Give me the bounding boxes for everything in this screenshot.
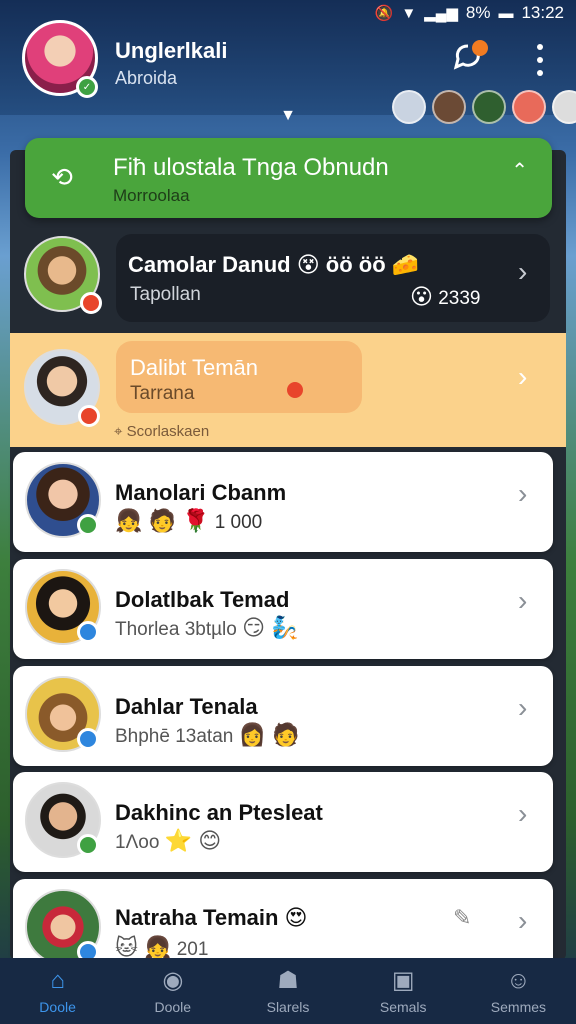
chevron-right-icon[interactable]: ›	[518, 478, 527, 510]
status-badge	[78, 405, 100, 427]
mini-avatar[interactable]	[472, 90, 506, 124]
sub-text: Bhphē 13atan	[115, 726, 234, 747]
contact-name: Dakhinc an Ptesleat	[115, 800, 323, 825]
mini-avatar[interactable]	[512, 90, 546, 124]
location-pin-icon: ⌖	[114, 423, 123, 440]
card-icon: ▣	[391, 966, 415, 994]
online-badge	[77, 834, 99, 856]
signal-icon: ▂▄▆	[424, 5, 458, 22]
chevron-up-icon[interactable]: ⌃	[511, 158, 528, 183]
tab-label: Doole	[154, 998, 192, 1015]
row-subtitle: Thorlea 3btµlo 😏 🧞	[115, 615, 299, 641]
mute-icon: 🔕	[374, 5, 394, 22]
tab-home[interactable]: ⌂ Doole	[0, 958, 115, 1024]
row-subtitle: 👧 🧑 🌹 1 000	[115, 508, 262, 534]
contact-name: Dalibt Temān	[130, 355, 258, 380]
chevron-right-icon[interactable]: ›	[518, 692, 527, 724]
notification-icon[interactable]	[448, 40, 488, 80]
tab-contacts[interactable]: ☗ Slarels	[230, 958, 345, 1024]
row-highlight	[116, 234, 550, 322]
more-menu-icon[interactable]	[530, 40, 550, 80]
chevron-right-icon[interactable]: ›	[518, 585, 527, 617]
tab-cards[interactable]: ▣ Semals	[346, 958, 461, 1024]
chevron-right-icon[interactable]: ›	[518, 256, 527, 288]
list-item[interactable]: Camolar Danud 😵 ö‍ö ö‍ö 🧀 Tapollan 😮 233…	[10, 228, 566, 332]
profile-icon: ☺	[506, 966, 531, 994]
sub-text: 201	[176, 939, 209, 960]
battery-percent: 8%	[465, 3, 491, 22]
list-item-selected[interactable]: Dalibt Temān Tarrana ⌖ Scorlaskaen ›	[10, 333, 566, 447]
heart-icon	[284, 379, 306, 401]
contact-name: Camolar Danud	[128, 252, 291, 277]
recent-avatars	[392, 90, 576, 124]
name-emojis: 😍	[284, 905, 308, 930]
row-meta: 😮 2339	[410, 284, 481, 310]
sub-text: 1Λoo	[115, 832, 160, 853]
sub-text: 1	[214, 512, 226, 533]
list-item[interactable]: Manolari Cbanm 👧 🧑 🌹 1 000 ›	[13, 452, 553, 552]
banner-subtitle: Morroolaa	[113, 186, 190, 205]
status-badge	[77, 621, 99, 643]
chevron-right-icon[interactable]: ›	[518, 905, 527, 937]
online-badge	[77, 514, 99, 536]
meta-emoji: 😮	[410, 284, 433, 309]
tab-label: Doole	[39, 998, 76, 1015]
status-badge	[80, 292, 102, 314]
status-badge	[77, 728, 99, 750]
pen-icon[interactable]: ✎	[453, 905, 471, 931]
clock: 13:22	[521, 3, 564, 22]
battery-icon: ▬	[498, 4, 514, 22]
meta-count: 2339	[438, 288, 481, 309]
profile-online-badge: ✓	[72, 72, 98, 98]
hint-text: Scorlaskaen	[126, 423, 210, 440]
sub-emojis: 👧 🧑 🌹	[115, 508, 210, 533]
chevron-right-icon[interactable]: ›	[518, 798, 527, 830]
sub-emojis: ⭐ 😊	[164, 828, 222, 853]
meta-count: 000	[230, 512, 263, 533]
contact-name: Dolatlbak Temad	[115, 587, 290, 612]
notification-badge	[472, 40, 488, 56]
status-bar: 🔕 ▼ ▂▄▆ 8% ▬ 13:22	[0, 0, 576, 26]
contact-name: Dahlar Tenala	[115, 694, 258, 719]
row-subtitle: Tarrana	[130, 383, 195, 404]
mini-avatar[interactable]	[392, 90, 426, 124]
list-item[interactable]: Dahlar Tenala Bhphē 13atan 👩 🧑 ›	[13, 666, 553, 766]
row-title: Camolar Danud 😵 ö‍ö ö‍ö 🧀	[128, 252, 419, 278]
header-name: Unglerlkali	[115, 38, 228, 63]
name-emojis: 😵 ö‍ö ö‍ö 🧀	[296, 252, 420, 277]
tab-label: Slarels	[266, 998, 310, 1015]
list-item[interactable]: Dakhinc an Ptesleat 1Λoo ⭐ 😊 ›	[13, 772, 553, 872]
wifi-icon: ▼	[401, 4, 417, 22]
header-subtitle: Abroida	[115, 68, 178, 88]
mini-avatar[interactable]	[552, 90, 576, 124]
tab-label: Semmes	[490, 998, 547, 1015]
list-item[interactable]: Dolatlbak Temad Thorlea 3btµlo 😏 🧞 ›	[13, 559, 553, 659]
collapse-chevron-icon[interactable]: ▼	[275, 108, 301, 124]
bottom-tab-bar: ⌂ Doole ◉ Doole ☗ Slarels ▣ Semals ☺ Sem…	[0, 958, 576, 1024]
contact-name: Natraha Temain	[115, 905, 279, 930]
sub-emojis: 👩 🧑	[238, 722, 300, 747]
chevron-right-icon[interactable]: ›	[518, 361, 527, 393]
row-hint: ⌖ Scorlaskaen	[114, 423, 209, 440]
tab-label: Semals	[379, 998, 427, 1015]
sub-emojis: 😏 🧞	[242, 615, 299, 640]
contact-name: Manolari Cbanm	[115, 480, 287, 505]
row-subtitle: Bhphē 13atan 👩 🧑	[115, 722, 300, 748]
sub-emojis: 🐱 👧	[115, 935, 172, 960]
link-icon: ⟲	[51, 162, 73, 192]
row-subtitle: 1Λoo ⭐ 😊	[115, 828, 221, 854]
tab-profile[interactable]: ☺ Semmes	[461, 958, 576, 1024]
row-title: Natraha Temain 😍	[115, 905, 307, 931]
group-banner[interactable]: ⟲ Fiħ ulostala Tnga Obnudn Morroolaa ⌃	[25, 138, 552, 218]
sub-text: Thorlea 3btµlo	[115, 619, 237, 640]
list-item[interactable]: Natraha Temain 😍 🐱 👧 201 ✎ ›	[13, 879, 553, 965]
banner-title: Fiħ ulostala Tnga Obnudn	[113, 154, 389, 181]
chat-bubble-icon: ◉	[162, 966, 184, 994]
person-icon: ☗	[277, 966, 299, 994]
mini-avatar[interactable]	[432, 90, 466, 124]
home-icon: ⌂	[50, 966, 65, 994]
tab-chats[interactable]: ◉ Doole	[115, 958, 230, 1024]
online-check-icon: ✓	[76, 76, 98, 98]
row-subtitle: Tapollan	[130, 284, 201, 305]
